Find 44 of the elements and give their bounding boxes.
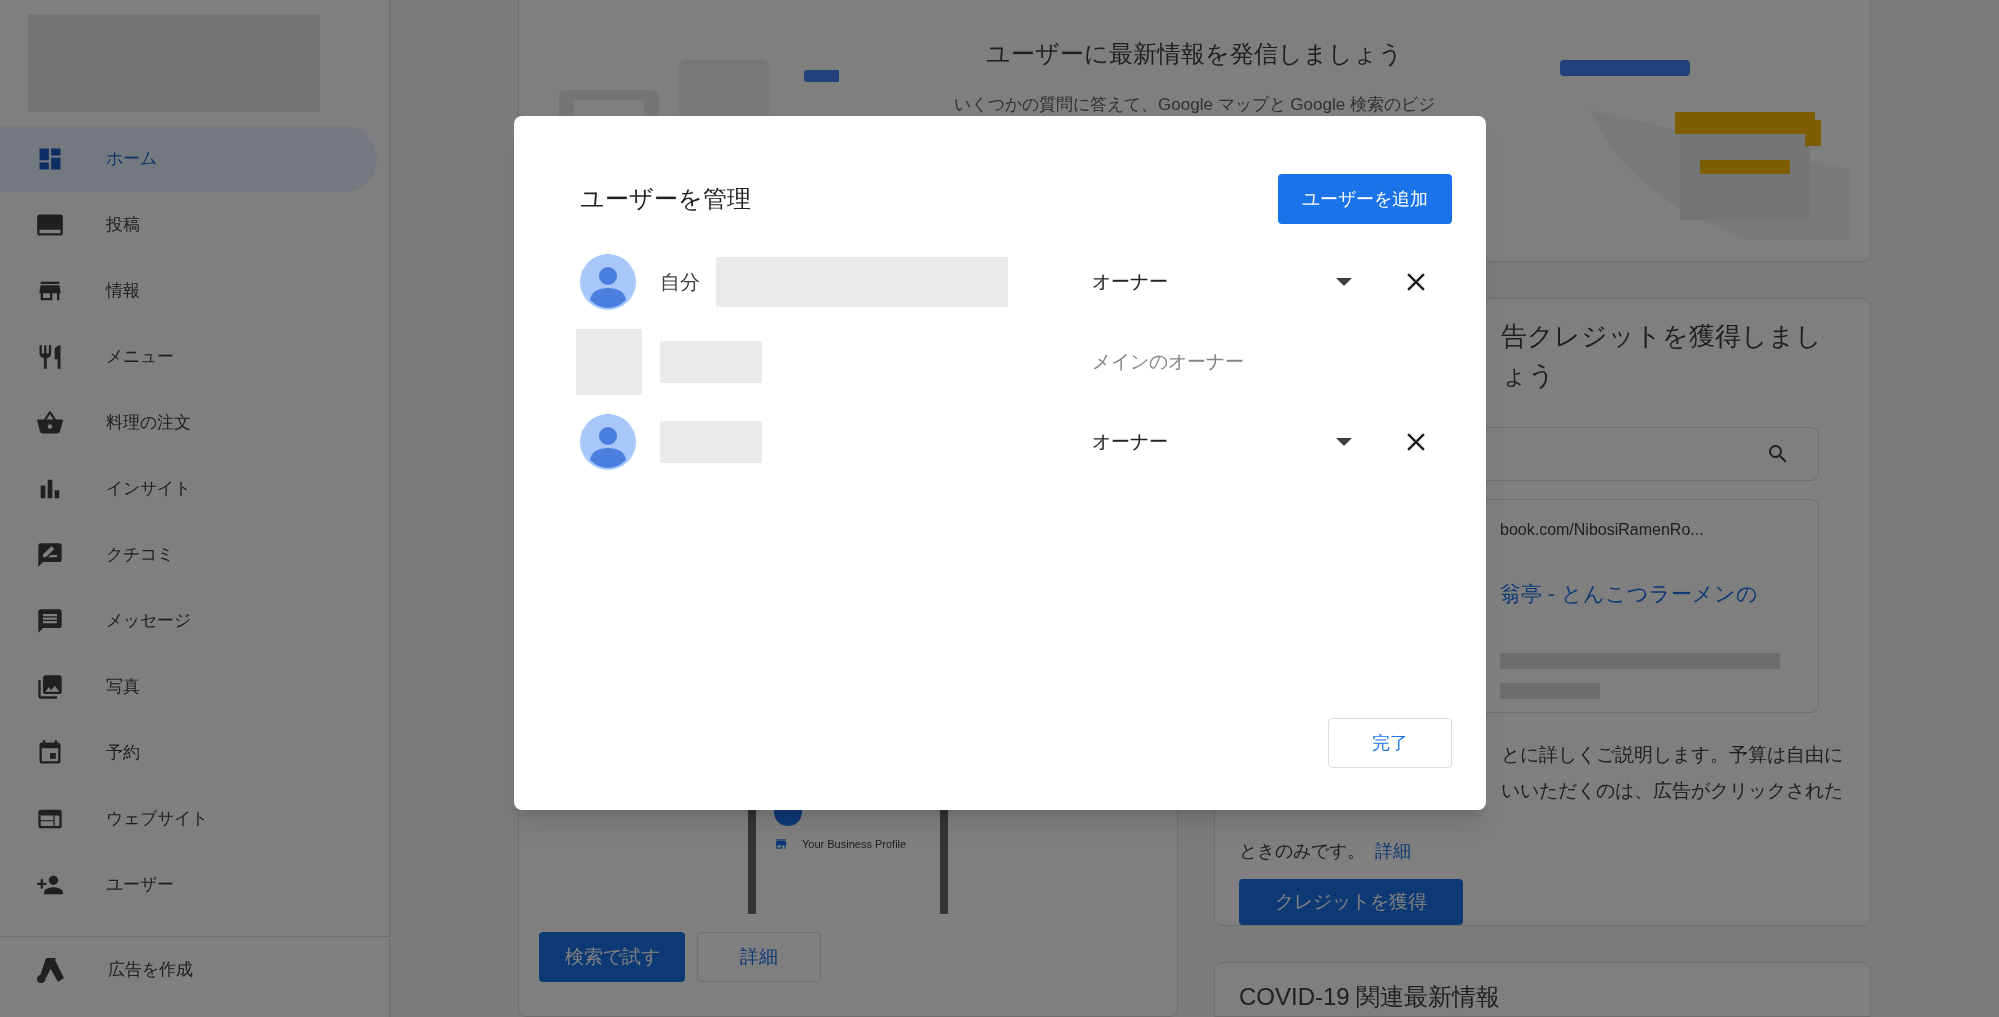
sidebar-item[interactable]: インサイト [0,456,377,522]
avatar-icon [580,414,636,470]
preview-label: Your Business Profile [802,837,907,852]
dialog-title: ユーザーを管理 [580,184,751,214]
card-description: いくつかの質問に答えて、Google マップと Google 検索のビジ [954,94,1435,116]
sidebar-item[interactable]: 情報 [0,258,377,324]
ad-url: book.com/NibosiRamenRo... [1500,519,1705,540]
ads-logo-icon [36,956,66,984]
ad-headline: 翁亭 - とんこつラーメンの [1500,580,1759,607]
description-line: ときのみです。 [1239,839,1365,863]
review-icon [36,541,64,569]
sidebar-item[interactable]: 写真 [0,654,377,720]
get-credit-button[interactable]: クレジットを獲得 [1239,878,1463,925]
role-label: メインのオーナー [1092,350,1244,372]
try-search-button[interactable]: 検索で試す [539,932,685,982]
sidebar-item[interactable]: メニュー [0,324,377,390]
caret-icon [1336,278,1352,286]
add-user-button[interactable]: ユーザーを追加 [1278,174,1452,224]
description-line: いいただくのは、広告がクリックされた [1501,779,1844,804]
store-icon [774,837,788,852]
photo-library-icon [36,673,64,701]
card-title: COVID-19 関連最新情報 [1239,982,1502,1012]
sidebar-item[interactable]: クチコミ [0,522,377,588]
caret-icon [1336,438,1352,446]
message-icon [36,607,64,635]
card-title: 告クレジットを獲得しましょう [1501,320,1823,392]
description-line: とに詳しくご説明します。予算は自由に [1501,742,1844,767]
self-label: 自分 [660,270,700,295]
card-title: ユーザーに最新情報を発信しましょう [986,39,1403,69]
sidebar-item[interactable]: 投稿 [0,192,377,258]
sidebar-item[interactable]: 料理の注文 [0,390,377,456]
basket-icon [36,409,64,437]
avatar-icon [580,254,636,310]
done-button[interactable]: 完了 [1328,718,1452,768]
sidebar-item[interactable]: 広告を作成 [0,937,389,1003]
role-dropdown[interactable]: オーナー [1092,267,1360,297]
sidebar-item[interactable]: ユーザー [0,852,377,918]
details-button[interactable]: 詳細 [697,932,821,982]
sidebar-item[interactable]: ウェブサイト [0,786,377,852]
sidebar-item[interactable]: 予約 [0,720,377,786]
sidebar-item[interactable]: メッセージ [0,588,377,654]
learn-more-link[interactable]: 詳細 [1375,837,1411,865]
role-dropdown[interactable]: オーナー [1092,427,1360,457]
sidebar-item[interactable]: ホーム [0,126,377,192]
